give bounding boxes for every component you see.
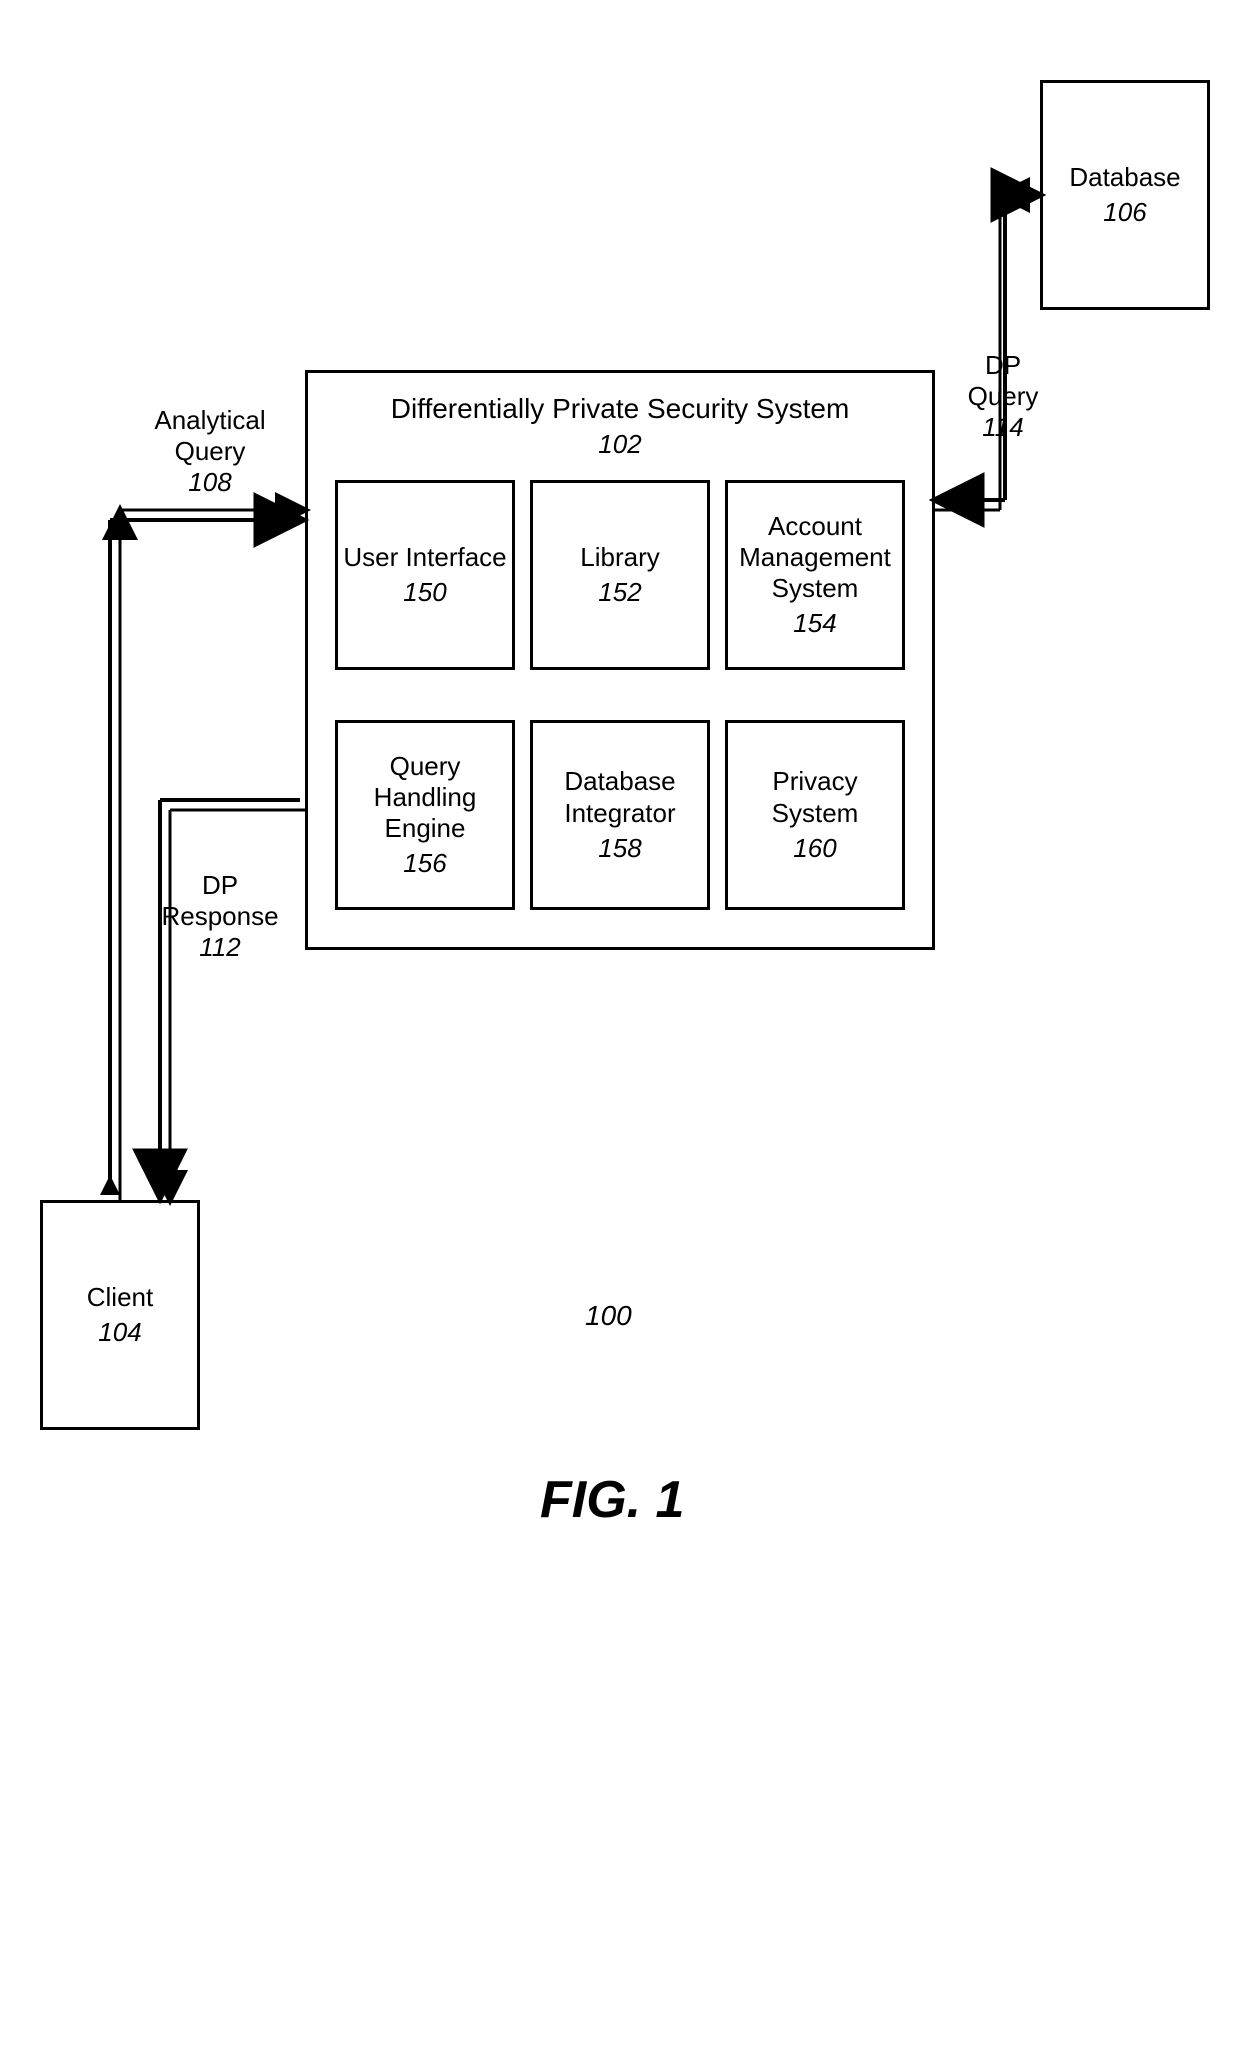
query-handling-engine-ref: 156 <box>403 848 446 879</box>
account-management-title: Account Management System <box>732 511 898 605</box>
user-interface-ref: 150 <box>403 577 446 608</box>
library-box: Library 152 <box>530 480 710 670</box>
database-integrator-box: Database Integrator 158 <box>530 720 710 910</box>
privacy-system-ref: 160 <box>793 833 836 864</box>
database-box: Database 106 <box>1040 80 1210 310</box>
user-interface-title: User Interface <box>343 542 506 573</box>
figure-canvas: Differentially Private Security System 1… <box>0 0 1240 2063</box>
user-interface-box: User Interface 150 <box>335 480 515 670</box>
figure-label: FIG. 1 <box>540 1470 684 1530</box>
client-ref: 104 <box>98 1317 141 1348</box>
dp-security-system-ref: 102 <box>312 428 928 461</box>
database-ref: 106 <box>1103 197 1146 228</box>
figure-number: 100 <box>585 1300 632 1332</box>
account-management-box: Account Management System 154 <box>725 480 905 670</box>
database-title: Database <box>1069 162 1180 193</box>
client-title: Client <box>87 1282 153 1313</box>
privacy-system-title: Privacy System <box>732 766 898 828</box>
database-integrator-title: Database Integrator <box>537 766 703 828</box>
dp-security-system-title: Differentially Private Security System <box>391 393 850 424</box>
account-management-ref: 154 <box>793 608 836 639</box>
database-integrator-ref: 158 <box>598 833 641 864</box>
query-handling-engine-box: Query Handling Engine 156 <box>335 720 515 910</box>
privacy-system-box: Privacy System 160 <box>725 720 905 910</box>
analytical-query-label: Analytical Query 108 <box>135 405 285 499</box>
library-ref: 152 <box>598 577 641 608</box>
dp-response-label: DP Response 112 <box>150 870 290 964</box>
dp-query-label: DP Query 114 <box>958 350 1048 444</box>
client-box: Client 104 <box>40 1200 200 1430</box>
query-handling-engine-title: Query Handling Engine <box>342 751 508 845</box>
library-title: Library <box>580 542 659 573</box>
